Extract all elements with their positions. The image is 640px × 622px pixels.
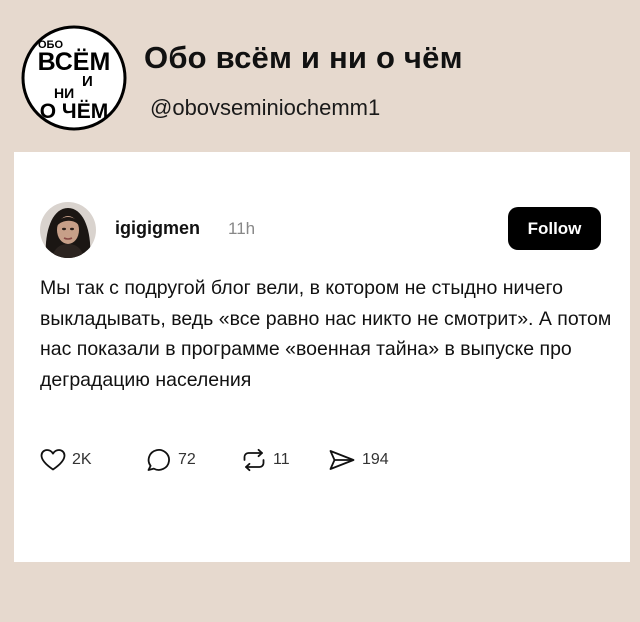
- repost-count: 11: [273, 451, 290, 468]
- post-time: 11h: [228, 219, 256, 238]
- follow-button[interactable]: Follow: [508, 207, 601, 250]
- repost-button[interactable]: 11: [241, 445, 290, 475]
- logo-text-vsem: ВСЁМ: [38, 48, 111, 76]
- avatar[interactable]: [40, 202, 96, 258]
- repost-icon: [243, 448, 265, 472]
- post-actions: 2K 72 11 194: [40, 445, 440, 475]
- heart-icon: [40, 449, 66, 471]
- logo-text-i: И: [82, 73, 93, 90]
- comment-icon: [147, 449, 170, 471]
- avatar-image: [40, 202, 96, 258]
- like-count: 2K: [72, 451, 92, 468]
- channel-handle[interactable]: @obovseminiochemm1: [150, 95, 380, 121]
- like-button[interactable]: 2K: [40, 445, 92, 475]
- logo-text-ni: НИ: [54, 85, 74, 101]
- comment-count: 72: [178, 451, 196, 468]
- channel-logo[interactable]: ОБО ВСЁМ И НИ О ЧЁМ: [20, 24, 128, 132]
- channel-header: ОБО ВСЁМ И НИ О ЧЁМ Обо всём и ни о чём …: [0, 0, 640, 150]
- channel-logo-graphic: ОБО ВСЁМ И НИ О ЧЁМ: [21, 25, 127, 131]
- username[interactable]: igigigmen: [115, 218, 200, 239]
- send-icon: [329, 450, 355, 470]
- share-button[interactable]: 194: [328, 445, 389, 475]
- logo-text-o-chem: О ЧЁМ: [40, 100, 108, 123]
- channel-title: Обо всём и ни о чём: [144, 40, 463, 75]
- share-count: 194: [362, 451, 389, 468]
- post-card: igigigmen 11h Follow Мы так с подругой б…: [14, 152, 630, 562]
- post-text: Мы так с подругой блог вели, в котором н…: [40, 277, 612, 391]
- comment-button[interactable]: 72: [146, 445, 196, 475]
